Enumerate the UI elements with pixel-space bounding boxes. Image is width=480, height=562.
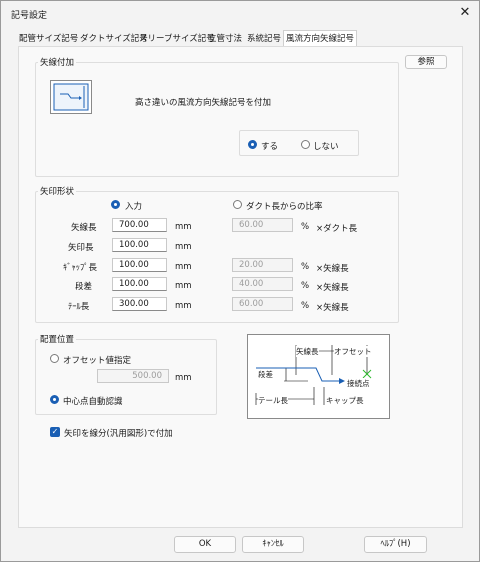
arrowhead-length-unit: mm xyxy=(175,242,192,252)
tail-length-ratio-ref: ×矢線長 xyxy=(316,303,349,313)
step-label: 段差 xyxy=(75,282,93,292)
tab-system-symbol[interactable]: 系統記号 xyxy=(245,32,283,47)
tab-riser-dimension[interactable]: 立管寸法 xyxy=(206,32,244,47)
diagram-tail-label: テール長 xyxy=(258,395,288,406)
ok-button[interactable]: OK xyxy=(174,536,236,553)
tab-panel: 参照 矢線付加 高さ違いの風流方向矢線記号を付加 する しない 矢印形状 入力 … xyxy=(18,46,463,528)
arrow-add-group-title: 矢線付加 xyxy=(38,56,77,68)
mode-ratio-radio[interactable] xyxy=(233,200,242,209)
arrow-preview-icon xyxy=(50,80,92,114)
placement-group-title: 配置位置 xyxy=(38,333,77,345)
arrow-add-options xyxy=(239,130,359,156)
window-title: 記号設定 xyxy=(11,11,48,21)
arrow-add-yes-radio[interactable] xyxy=(248,140,257,149)
gap-length-ratio-unit: % xyxy=(301,262,310,272)
diagram-step-label: 段差 xyxy=(258,369,273,380)
arrow-length-input[interactable]: 700.00 xyxy=(112,218,167,232)
arrow-length-ratio-input[interactable]: 60.00 xyxy=(232,218,293,232)
arrow-length-label: 矢線長 xyxy=(71,223,97,233)
diagram-connection-label: 接続点 xyxy=(347,378,370,389)
tab-airflow-arrow[interactable]: 風流方向矢線記号 xyxy=(283,30,358,47)
diagram-gap-label: キャップ長 xyxy=(326,395,364,406)
step-unit: mm xyxy=(175,281,192,291)
step-ratio-ref: ×矢線長 xyxy=(316,283,349,293)
center-radio[interactable] xyxy=(50,395,59,404)
gap-length-input[interactable]: 100.00 xyxy=(112,258,167,272)
diagram-arrow-length-label: 矢線長 xyxy=(296,346,319,357)
tab-pipe-size[interactable]: 配管サイズ記号 xyxy=(17,32,80,47)
step-ratio-unit: % xyxy=(301,281,310,291)
arrow-length-ratio-ref: ×ダクト長 xyxy=(316,224,358,234)
offset-input[interactable]: 500.00 xyxy=(97,369,169,383)
arrow-add-description: 高さ違いの風流方向矢線記号を付加 xyxy=(135,98,272,108)
tail-length-ratio-unit: % xyxy=(301,301,310,311)
line-segment-checkbox[interactable]: ✓ xyxy=(50,427,60,437)
cancel-button[interactable]: ｷｬﾝｾﾙ xyxy=(242,536,304,553)
arrow-length-ratio-unit: % xyxy=(301,222,310,232)
diagram-offset-label: オフセット xyxy=(334,346,372,357)
arrow-add-yes-label: する xyxy=(261,142,279,152)
dialog-window: 記号設定 ✕ 配管サイズ記号 ダクトサイズ記号 スリーブサイズ記号 立管寸法 系… xyxy=(0,0,480,562)
title-bar: 記号設定 ✕ xyxy=(1,1,479,27)
mode-input-radio[interactable] xyxy=(111,200,120,209)
arrow-add-no-label: しない xyxy=(313,142,339,152)
gap-length-ratio-input[interactable]: 20.00 xyxy=(232,258,293,272)
help-button[interactable]: ﾍﾙﾌﾟ(H) xyxy=(364,536,427,553)
gap-length-unit: mm xyxy=(175,262,192,272)
close-icon[interactable]: ✕ xyxy=(453,3,477,23)
arrow-shape-group-title: 矢印形状 xyxy=(38,185,77,197)
arrow-add-no-radio[interactable] xyxy=(301,140,310,149)
gap-length-ratio-ref: ×矢線長 xyxy=(316,264,349,274)
offset-radio[interactable] xyxy=(50,354,59,363)
reference-button[interactable]: 参照 xyxy=(405,55,447,69)
tail-length-ratio-input[interactable]: 60.00 xyxy=(232,297,293,311)
step-input[interactable]: 100.00 xyxy=(112,277,167,291)
arrow-dimension-diagram: 矢線長 オフセット 段差 接続点 テール長 キャップ長 xyxy=(247,334,390,419)
arrowhead-length-label: 矢印長 xyxy=(68,243,94,253)
offset-label: オフセット値指定 xyxy=(63,356,132,366)
arrow-length-unit: mm xyxy=(175,222,192,232)
step-ratio-input[interactable]: 40.00 xyxy=(232,277,293,291)
mode-ratio-label: ダクト長からの比率 xyxy=(246,202,323,212)
tail-length-input[interactable]: 300.00 xyxy=(112,297,167,311)
arrowhead-length-input[interactable]: 100.00 xyxy=(112,238,167,252)
tail-length-label: ﾃｰﾙ長 xyxy=(68,302,90,312)
mode-input-label: 入力 xyxy=(125,202,143,212)
line-segment-checkbox-label: 矢印を線分(汎用図形)で付加 xyxy=(64,429,173,439)
offset-unit: mm xyxy=(175,373,192,383)
tab-sleeve-size[interactable]: スリーブサイズ記号 xyxy=(137,32,217,47)
gap-length-label: ｷﾞｬｯﾌﾟ長 xyxy=(63,263,98,273)
tail-length-unit: mm xyxy=(175,301,192,311)
center-label: 中心点自動認識 xyxy=(63,397,123,407)
